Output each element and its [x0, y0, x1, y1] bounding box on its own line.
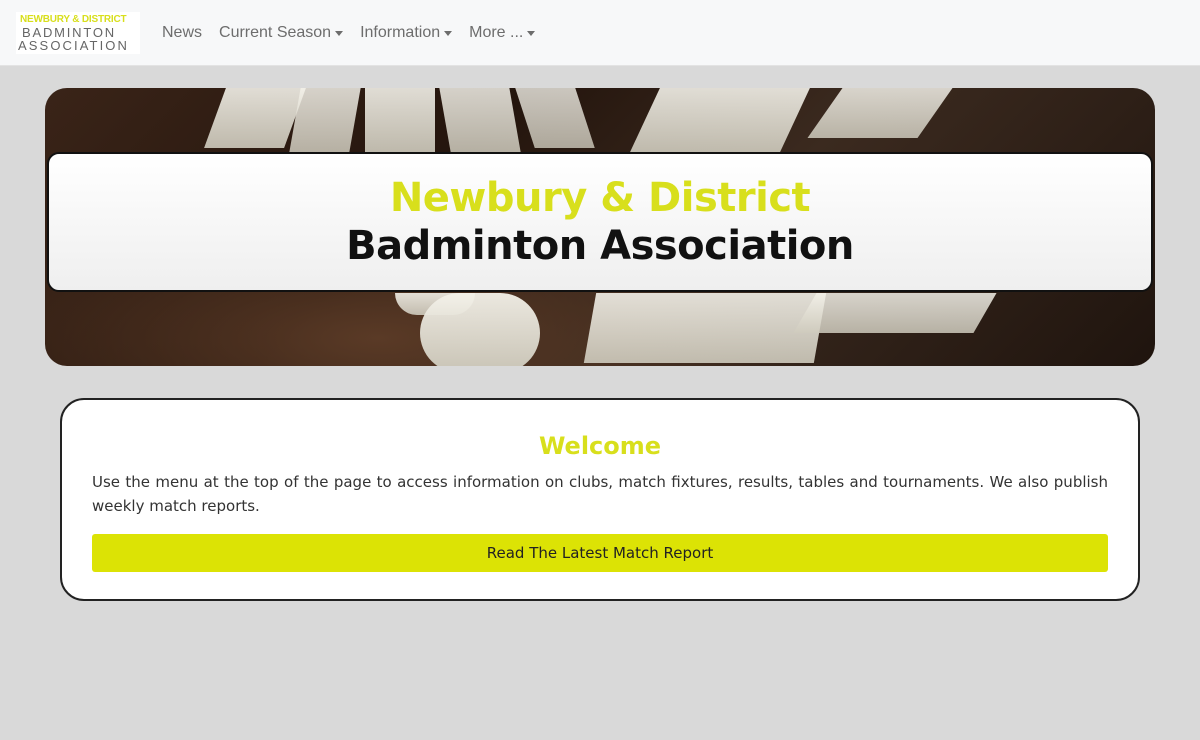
shuttlecock-feather-shape: [289, 88, 361, 152]
hero-title-line1: Newbury & District: [389, 175, 811, 221]
shuttlecock-feather-shape: [630, 88, 810, 152]
top-navbar: NEWBURY & DISTRICT BADMINTON ASSOCIATION…: [0, 0, 1200, 66]
nav-item-label: News: [162, 23, 203, 41]
logo-text-line1: NEWBURY & DISTRICT: [20, 13, 127, 25]
shuttlecock-feather-shape: [365, 88, 435, 152]
welcome-text: Use the menu at the top of the page to a…: [92, 473, 1108, 515]
shuttlecock-feather-shape: [515, 88, 595, 148]
latest-match-report-button[interactable]: Read The Latest Match Report: [92, 534, 1108, 572]
nav-item-label: Current Season: [219, 23, 332, 41]
shuttlecock-feather-shape: [583, 293, 827, 363]
shuttlecock-feather-shape: [807, 88, 953, 138]
caret-down-icon: [335, 30, 344, 36]
caret-down-icon: [527, 30, 536, 36]
shuttlecock-feather-shape: [420, 293, 540, 366]
nav-item-more[interactable]: More ...: [469, 23, 536, 42]
nav-item-label: Information: [360, 23, 441, 41]
nav-item-news[interactable]: News: [162, 24, 202, 42]
nav-item-label: More ...: [469, 23, 524, 41]
caret-down-icon: [444, 30, 453, 36]
hero-title-line2: Badminton Association: [346, 223, 854, 269]
shuttlecock-feather-shape: [793, 293, 997, 333]
shuttlecock-feather-shape: [439, 88, 521, 152]
nav-item-current-season[interactable]: Current Season: [219, 23, 344, 42]
welcome-card: Welcome Use the menu at the top of the p…: [60, 398, 1140, 601]
nav-item-information[interactable]: Information: [360, 23, 453, 42]
welcome-title: Welcome: [538, 432, 662, 460]
hero-title-banner: Newbury & District Badminton Association: [47, 152, 1153, 292]
hero-image: Newbury & District Badminton Association: [45, 88, 1155, 366]
logo-text-line3: ASSOCIATION: [18, 37, 129, 53]
site-logo[interactable]: NEWBURY & DISTRICT BADMINTON ASSOCIATION: [16, 11, 140, 54]
